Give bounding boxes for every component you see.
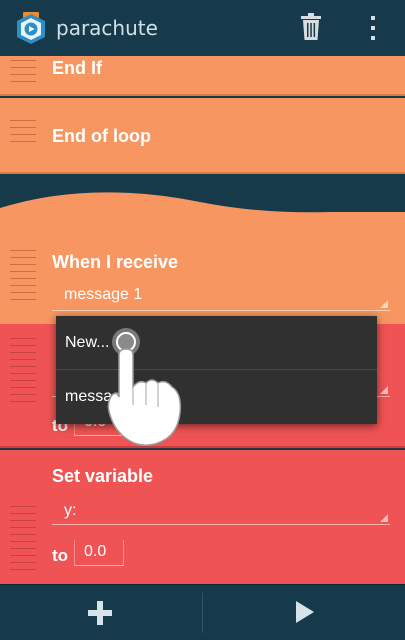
message-spinner[interactable] [52,310,390,311]
brick-when-i-receive[interactable]: When I receive message 1 [0,236,405,324]
app-title: parachute [56,16,158,40]
brick-label: Set variable [52,466,154,486]
bottom-bar-divider [202,593,203,633]
drag-handle[interactable] [10,60,36,88]
play-icon[interactable] [296,601,314,623]
variable-spinner[interactable] [52,524,390,525]
to-label: to [52,546,69,565]
brick-end-of-loop[interactable]: End of loop [0,98,405,174]
pointing-hand-icon [107,328,182,446]
brick-set-variable-2[interactable]: Set variable y: to 0.0 [0,450,405,584]
plus-icon[interactable] [88,601,112,625]
drag-handle[interactable] [10,250,36,306]
message-spinner-value[interactable]: message 1 [64,286,142,304]
parachute-app-icon[interactable] [14,10,48,46]
overflow-menu-icon[interactable] [364,14,382,42]
drag-handle[interactable] [10,506,36,576]
variable-spinner-value[interactable]: y: [64,502,76,520]
brick-label: When I receive [52,252,179,272]
trash-icon[interactable] [298,12,324,42]
bottom-bar [0,584,405,640]
drag-handle[interactable] [10,120,36,148]
value-input[interactable]: 0.0 [74,540,124,566]
action-bar: parachute [0,0,405,56]
drag-handle[interactable] [10,338,36,408]
spinner-arrow-icon [380,514,388,522]
spinner-arrow-icon [380,386,388,394]
spinner-arrow-icon [380,300,388,308]
brick-end-if[interactable]: End If [0,56,405,96]
brick-label: End of loop [52,126,151,146]
brick-label: End If [52,58,102,78]
